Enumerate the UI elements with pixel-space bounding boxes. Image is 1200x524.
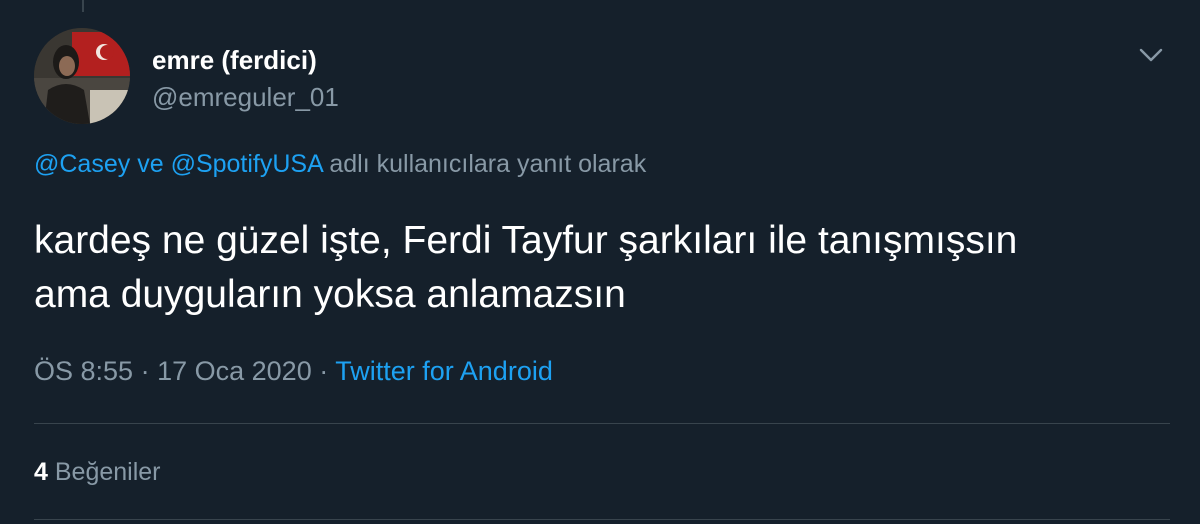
bottom-divider xyxy=(34,519,1170,520)
reply-suffix: adlı kullanıcılara yanıt olarak xyxy=(329,150,647,178)
author-names: emre (ferdici) @emreguler_01 xyxy=(152,44,339,114)
chevron-down-icon[interactable] xyxy=(1136,40,1166,70)
likes-label: Beğeniler xyxy=(54,458,161,486)
meta-separator: · xyxy=(140,356,150,386)
meta-separator-2: · xyxy=(319,356,329,386)
avatar[interactable] xyxy=(34,28,130,124)
tweet-date[interactable]: 17 Oca 2020 xyxy=(157,356,312,386)
reply-context: @Casey ve @SpotifyUSA adlı kullanıcılara… xyxy=(34,150,646,179)
tweet-source-link[interactable]: Twitter for Android xyxy=(335,356,553,386)
thread-connector-line xyxy=(82,0,84,12)
author-display-name[interactable]: emre (ferdici) xyxy=(152,44,339,76)
reply-connector: ve xyxy=(137,150,164,178)
tweet-time[interactable]: ÖS 8:55 xyxy=(34,356,133,386)
tweet-text-line-2: ama duyguların yoksa anlamazsın xyxy=(34,273,626,316)
tweet-meta: ÖS 8:55 · 17 Oca 2020 · Twitter for Andr… xyxy=(34,356,553,387)
divider xyxy=(34,423,1170,424)
likes-count: 4 xyxy=(34,458,48,486)
tweet-header: emre (ferdici) @emreguler_01 xyxy=(34,28,1170,128)
likes-stat[interactable]: 4 Beğeniler xyxy=(34,458,161,487)
tweet-detail: emre (ferdici) @emreguler_01 @Casey ve @… xyxy=(0,0,1200,524)
tweet-text-line-1: kardeş ne güzel işte, Ferdi Tayfur şarkı… xyxy=(34,219,1018,262)
reply-user-casey-link[interactable]: @Casey xyxy=(34,150,130,178)
author-handle[interactable]: @emreguler_01 xyxy=(152,80,339,114)
reply-user-spotifyusa-link[interactable]: @SpotifyUSA xyxy=(171,150,323,178)
tweet-text: kardeş ne güzel işte, Ferdi Tayfur şarkı… xyxy=(34,214,1174,322)
avatar-image xyxy=(34,28,130,124)
